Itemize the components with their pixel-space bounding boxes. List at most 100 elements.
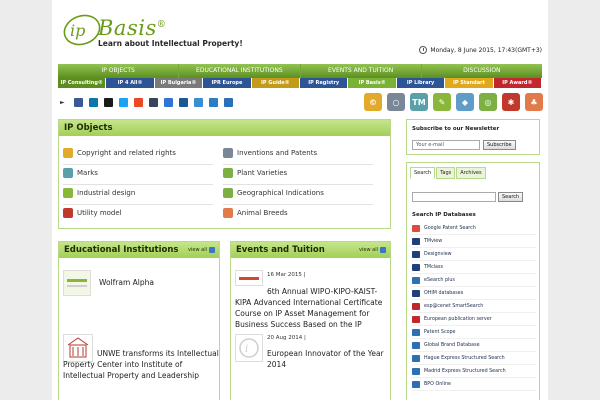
newsletter-email-input[interactable]: Your e-mail (412, 140, 480, 150)
subnav-item[interactable]: IP Award® (493, 78, 543, 88)
db-item[interactable]: TMclass (412, 261, 536, 274)
page: ip Basis® Learn about Intellectual Prope… (52, 0, 548, 400)
ip-object-item[interactable]: Geographical Indications (223, 188, 324, 198)
subnav-item[interactable]: IPR Europe (203, 78, 252, 88)
edu-view-all[interactable]: view all (188, 242, 215, 258)
db-item[interactable]: Hague Express Structured Search (412, 352, 536, 365)
db-item[interactable]: Patent Scope (412, 326, 536, 339)
wolfram-thumbnail[interactable] (63, 270, 91, 296)
copyright-icon[interactable]: © (364, 93, 382, 111)
db-item[interactable]: OHIM databases (412, 287, 536, 300)
ip-object-item[interactable]: Utility model (63, 208, 122, 218)
subnav-item[interactable]: IP Standart (445, 78, 494, 88)
db-title: Search IP Databases (412, 212, 476, 218)
db-item-label: Hague Express Structured Search (424, 355, 505, 361)
db-item[interactable]: Google Patent Search (412, 222, 536, 235)
share-bullet-icon: ► (60, 99, 65, 106)
subnav-item[interactable]: IP Registry (300, 78, 349, 88)
nav-ip-objects[interactable]: IP OBJECTS (58, 64, 180, 78)
subscribe-button[interactable]: Subscribe (483, 140, 516, 150)
ip-object-item[interactable]: Animal Breeds (223, 208, 288, 218)
db-item[interactable]: European publication server (412, 313, 536, 326)
ip-object-item[interactable]: Copyright and related rights (63, 148, 176, 158)
brand-name[interactable]: Basis® (98, 16, 166, 40)
logo-icon[interactable]: ip (62, 14, 102, 46)
ip-object-label: Copyright and related rights (77, 149, 176, 157)
ip-object-label: Industrial design (77, 189, 136, 197)
db-item-label: Designview (424, 251, 452, 257)
subnav-item[interactable]: IP Library (396, 78, 446, 88)
globe-icon[interactable]: ◎ (479, 93, 497, 111)
db-logo-icon (412, 224, 420, 232)
nav-discussion[interactable]: DISCUSSION (422, 64, 542, 78)
trademark-icon[interactable]: TM (410, 93, 428, 111)
clock-icon (419, 46, 428, 54)
brand-name-text: Basis (98, 16, 157, 40)
divider (63, 164, 213, 165)
print-icon[interactable] (209, 98, 218, 107)
ip-object-item[interactable]: Marks (63, 168, 98, 178)
event-title[interactable]: 6th Annual WIPO-KIPO-KAIST-KIPA Advanced… (235, 286, 389, 330)
newsletter-title: Subscribe to our Newsletter (412, 126, 500, 132)
db-item[interactable]: Designview (412, 248, 536, 261)
digg-icon[interactable] (179, 98, 188, 107)
db-item[interactable]: eSearch plus (412, 274, 536, 287)
events-view-all[interactable]: view all (359, 242, 386, 258)
linkedin-icon[interactable] (89, 98, 98, 107)
social-share-bar (74, 98, 233, 107)
email-icon[interactable] (194, 98, 203, 107)
tab-tags[interactable]: Tags (436, 167, 456, 179)
db-logo-icon (412, 276, 420, 284)
search-icon[interactable]: ○ (387, 93, 405, 111)
edu-item-title[interactable]: UNWE transforms its Intellectual Propert… (63, 348, 219, 381)
db-item-label: European publication server (424, 316, 492, 322)
subnav-item[interactable]: IP 4 All® (106, 78, 155, 88)
nav-events-and-tuition[interactable]: EVENTS AND TUITION (301, 64, 422, 78)
edu-item-title[interactable]: Wolfram Alpha (99, 277, 219, 288)
subnav-item[interactable]: IP Bulgaria® (154, 78, 204, 88)
share-icon[interactable] (224, 98, 233, 107)
event-date-text: 20 Aug 2014 (267, 335, 303, 341)
svg-text:ip: ip (70, 21, 85, 40)
edu-title: Educational Institutions (64, 245, 179, 255)
subnav-item[interactable]: IP Guide® (251, 78, 301, 88)
delicious-icon[interactable] (164, 98, 173, 107)
pencil-icon[interactable]: ✎ (433, 93, 451, 111)
ip-object-item[interactable]: Industrial design (63, 188, 135, 198)
event-title[interactable]: European Innovator of the Year 2014 (267, 348, 389, 370)
nav-educational-institutions[interactable]: EDUCATIONAL INSTITUTIONS (179, 64, 301, 78)
search-icon (223, 148, 233, 158)
db-logo-icon (412, 263, 420, 271)
db-logo-icon (412, 354, 420, 362)
db-logo-icon (412, 341, 420, 349)
db-item[interactable]: BPO Online (412, 378, 536, 391)
events-panel: Events and Tuition view all 16 Mar 2015 … (230, 241, 391, 400)
ip-object-item[interactable]: Plant Varieties (223, 168, 287, 178)
db-item-label: esp@cenet SmartSearch (424, 303, 484, 309)
db-item[interactable]: TMview (412, 235, 536, 248)
facebook-icon[interactable] (74, 98, 83, 107)
sub-nav: IP Consulting® IP 4 All® IP Bulgaria® IPR E… (58, 78, 543, 88)
db-item[interactable]: Global Brand Database (412, 339, 536, 352)
tree-icon[interactable]: ♣ (525, 93, 543, 111)
tab-archives[interactable]: Archives (456, 167, 486, 179)
gear-icon[interactable]: ✱ (502, 93, 520, 111)
wipo-thumbnail[interactable] (235, 270, 263, 286)
ip-object-label: Inventions and Patents (237, 149, 318, 157)
db-item[interactable]: Madrid Express Structured Search (412, 365, 536, 378)
divider (63, 204, 213, 205)
tumblr-icon[interactable] (149, 98, 158, 107)
db-logo-icon (412, 250, 420, 258)
twitter-icon[interactable] (119, 98, 128, 107)
myspace-icon[interactable] (104, 98, 113, 107)
subnav-item[interactable]: IP Consulting® (58, 78, 107, 88)
cube-icon[interactable]: ◆ (456, 93, 474, 111)
sidebar-search-button[interactable]: Search (498, 192, 524, 202)
subnav-item[interactable]: IP Basis® (348, 78, 397, 88)
sidebar-search-input[interactable] (412, 192, 496, 202)
tab-search[interactable]: Search (410, 167, 436, 179)
stumbleupon-icon[interactable] (134, 98, 143, 107)
db-item[interactable]: esp@cenet SmartSearch (412, 300, 536, 313)
ip-object-item[interactable]: Inventions and Patents (223, 148, 317, 158)
innovator-thumbnail[interactable]: i (235, 334, 263, 362)
